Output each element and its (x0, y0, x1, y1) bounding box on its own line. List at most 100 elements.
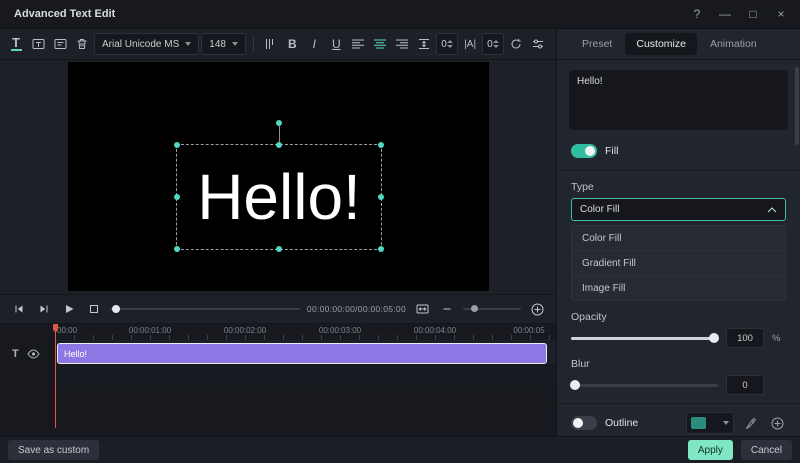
timeline-clip[interactable]: Hello! (57, 343, 547, 364)
align-right-icon[interactable] (392, 33, 412, 55)
timecode: 00:00:00:00/00:00:05:00 (306, 304, 406, 314)
apply-button[interactable]: Apply (687, 440, 733, 460)
fill-type-select[interactable]: Color Fill (571, 198, 786, 221)
zoom-out-icon[interactable] (438, 300, 456, 318)
canvas-text[interactable]: Hello! (177, 145, 381, 249)
fill-type-options: Color Fill Gradient Fill Image Fill (571, 225, 786, 301)
resize-handle-top-left[interactable] (174, 142, 180, 148)
tab-animation[interactable]: Animation (699, 33, 768, 55)
resize-handle-bottom-right[interactable] (378, 246, 384, 252)
close-icon[interactable]: × (768, 4, 794, 24)
option-image-fill[interactable]: Image Fill (572, 275, 785, 300)
blur-row: 0 (557, 375, 800, 395)
underline-button[interactable]: U (326, 33, 346, 55)
rotate-handle[interactable] (276, 120, 282, 126)
resize-handle-top-middle[interactable] (276, 142, 282, 148)
line-spacing-input[interactable]: 0 (436, 33, 459, 55)
zoom-in-icon[interactable] (528, 300, 546, 318)
fill-type-value: Color Fill (580, 204, 620, 216)
opacity-slider[interactable] (571, 333, 719, 343)
text-selection-box[interactable]: Hello! (174, 120, 384, 252)
playback-controls: 00:00:00:00/00:00:05:00 (0, 294, 556, 323)
text-tool-icon[interactable]: T (6, 33, 26, 55)
panel-scrollbar[interactable] (795, 67, 799, 145)
resize-handle-bottom-left[interactable] (174, 246, 180, 252)
main-area: T Arial Unicode MS 148 B I U 0 |A| 0 Hel… (0, 29, 800, 436)
minimize-icon[interactable]: — (712, 4, 738, 24)
opacity-unit: % (772, 332, 781, 344)
blur-slider[interactable] (570, 380, 718, 390)
seek-knob[interactable] (112, 305, 120, 313)
option-color-fill[interactable]: Color Fill (572, 226, 785, 250)
tab-preset[interactable]: Preset (571, 33, 623, 55)
advanced-text-edit-window: Advanced Text Edit ? — □ × T Arial Unico… (0, 0, 800, 463)
slider-knob[interactable] (709, 333, 719, 343)
zoom-knob[interactable] (471, 305, 478, 312)
add-outline-icon[interactable] (768, 414, 786, 432)
align-center-icon[interactable] (370, 33, 390, 55)
font-family-select[interactable]: Arial Unicode MS (94, 33, 200, 55)
blur-label: Blur (571, 358, 590, 370)
play-icon[interactable] (60, 300, 78, 318)
letter-spacing-input[interactable]: 0 (482, 33, 504, 55)
spinner-carets-icon[interactable] (447, 40, 454, 48)
outline-color-swatch[interactable] (686, 412, 734, 434)
track-row (55, 366, 556, 386)
advanced-settings-icon[interactable] (528, 33, 548, 55)
next-frame-icon[interactable] (35, 300, 53, 318)
type-label: Type (571, 181, 594, 194)
zoom-slider[interactable] (463, 305, 521, 312)
properties-panel: Preset Customize Animation Hello! Fill T… (556, 29, 800, 436)
help-icon[interactable]: ? (684, 4, 710, 24)
fill-toggle[interactable] (571, 144, 597, 159)
text-style-icon[interactable] (50, 33, 70, 55)
bold-button[interactable]: B (282, 33, 302, 55)
toggle-knob (573, 418, 583, 428)
preview-canvas[interactable]: Hello! (68, 62, 489, 291)
visibility-eye-icon[interactable] (27, 349, 40, 359)
slider-fill (571, 336, 718, 340)
text-content-input[interactable]: Hello! (569, 70, 788, 131)
delete-icon[interactable] (72, 33, 92, 55)
blur-input[interactable]: 0 (726, 375, 764, 395)
option-gradient-fill[interactable]: Gradient Fill (572, 250, 785, 275)
resize-handle-middle-left[interactable] (174, 194, 180, 200)
tab-customize[interactable]: Customize (625, 33, 697, 55)
chevron-down-icon (185, 42, 192, 46)
previous-frame-icon[interactable] (10, 300, 28, 318)
text-tool-color-bar (10, 49, 22, 51)
fill-label: Fill (605, 145, 619, 158)
italic-button[interactable]: I (304, 33, 324, 55)
font-size-select[interactable]: 148 (201, 33, 246, 55)
slider-knob[interactable] (570, 380, 580, 390)
align-left-icon[interactable] (348, 33, 368, 55)
opacity-input[interactable]: 100 (726, 328, 764, 348)
seek-bar[interactable] (110, 305, 300, 313)
cancel-button[interactable]: Cancel (740, 440, 792, 460)
vertical-align-icon[interactable] (414, 33, 434, 55)
add-textbox-icon[interactable] (28, 33, 48, 55)
timeline-ruler[interactable]: 00:00 00:00:01:00 00:00:02:00 00:00:03:0… (55, 324, 556, 341)
rotate-text-icon[interactable] (506, 33, 526, 55)
outline-toggle[interactable] (571, 416, 597, 430)
fit-to-window-icon[interactable] (413, 300, 431, 318)
eyedropper-icon[interactable] (742, 414, 760, 432)
maximize-icon[interactable]: □ (740, 4, 766, 24)
resize-handle-bottom-middle[interactable] (276, 246, 282, 252)
editor-column: T Arial Unicode MS 148 B I U 0 |A| 0 Hel… (0, 29, 556, 436)
titlebar: Advanced Text Edit ? — □ × (0, 0, 800, 29)
footer: Save as custom Apply Cancel (0, 436, 800, 463)
text-direction-icon[interactable] (260, 33, 280, 55)
ruler-label: 00:00:01:00 (128, 326, 172, 335)
playhead-line[interactable] (55, 324, 56, 428)
chevron-down-icon (231, 42, 238, 46)
spinner-carets-icon[interactable] (492, 40, 499, 48)
outline-section: Outline (557, 403, 800, 436)
stop-icon[interactable] (85, 300, 103, 318)
chevron-down-icon (723, 421, 729, 425)
chevron-up-icon (767, 206, 777, 213)
save-as-custom-button[interactable]: Save as custom (8, 440, 100, 460)
resize-handle-top-right[interactable] (378, 142, 384, 148)
resize-handle-middle-right[interactable] (378, 194, 384, 200)
letter-spacing-icon[interactable]: |A| (460, 33, 480, 55)
